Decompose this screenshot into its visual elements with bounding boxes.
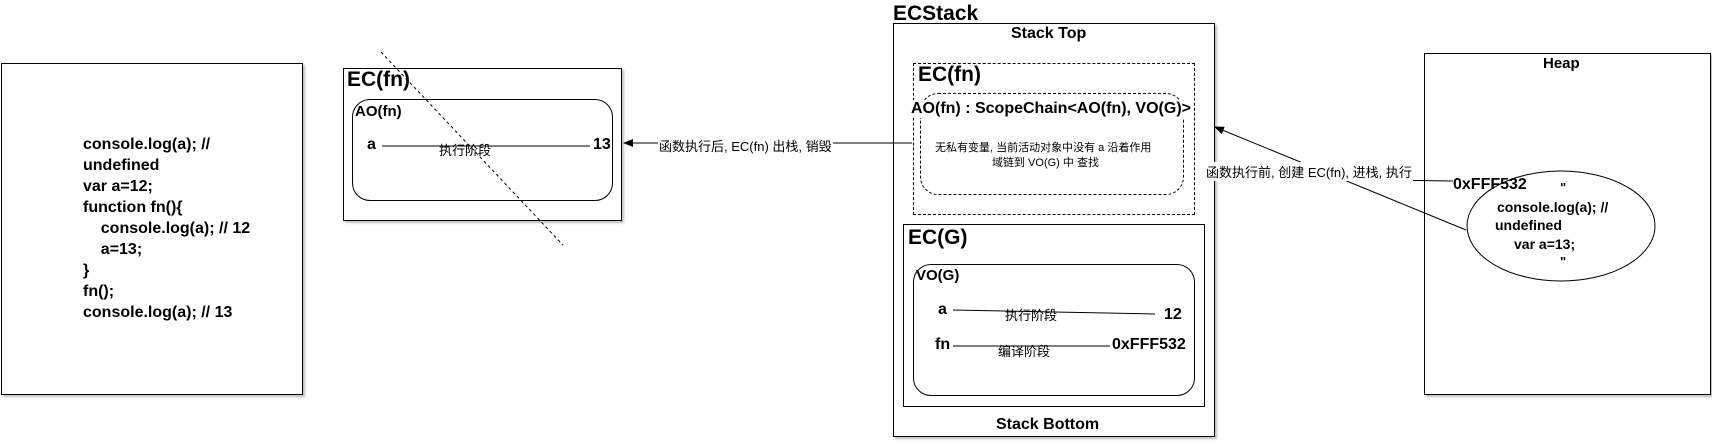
push-arrow-label: 函数执行前, 创建 EC(fn), 进栈, 执行 xyxy=(1205,162,1413,181)
connectors-layer xyxy=(380,51,1656,347)
vo-g-row-a-edge xyxy=(952,309,1156,315)
pop-arrow-label: 函数执行后, EC(fn) 出栈, 销毁 xyxy=(658,136,833,155)
heap-object-ellipse xyxy=(1466,170,1656,282)
strike-through-line xyxy=(380,51,564,246)
